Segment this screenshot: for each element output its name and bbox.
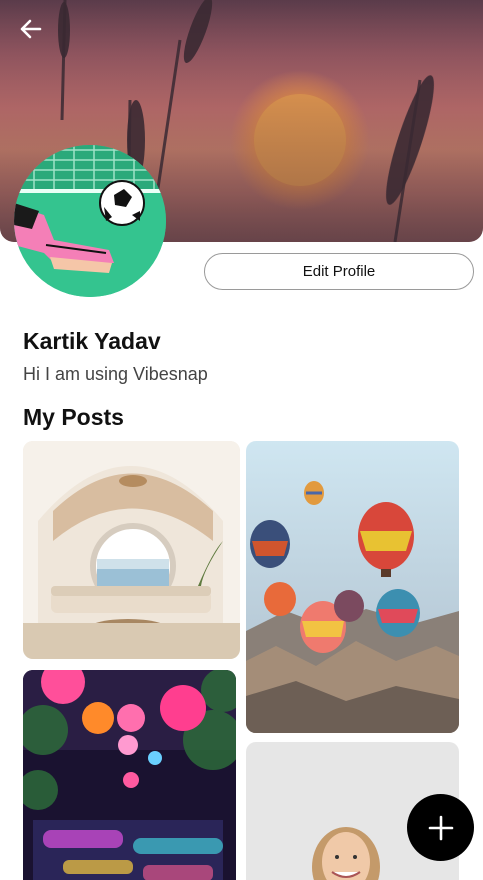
arrow-left-icon xyxy=(20,19,42,39)
back-button[interactable] xyxy=(14,14,48,44)
user-name: Kartik Yadav xyxy=(23,328,161,354)
edit-profile-button[interactable]: Edit Profile xyxy=(204,253,474,290)
post-card[interactable] xyxy=(246,441,459,733)
post-image xyxy=(23,441,240,659)
user-bio: Hi I am using Vibesnap xyxy=(23,364,208,384)
post-card[interactable] xyxy=(23,670,236,880)
avatar[interactable] xyxy=(14,145,166,297)
my-posts-title: My Posts xyxy=(23,404,124,430)
edit-profile-label: Edit Profile xyxy=(302,263,376,280)
avatar-illustration xyxy=(14,145,166,297)
post-card[interactable] xyxy=(23,441,240,659)
post-image xyxy=(246,441,459,733)
add-post-button[interactable] xyxy=(407,794,474,861)
post-image xyxy=(23,670,236,880)
plus-icon xyxy=(428,815,453,840)
